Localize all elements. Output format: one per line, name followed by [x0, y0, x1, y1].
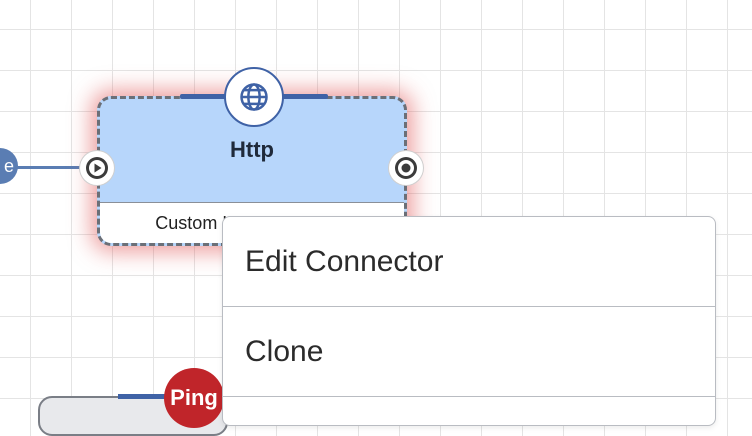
- context-menu: Edit Connector Clone: [222, 216, 716, 426]
- node-title: Http: [230, 137, 274, 162]
- globe-icon: [224, 67, 284, 127]
- output-port[interactable]: [389, 151, 423, 185]
- play-icon: [86, 157, 108, 179]
- ping-badge: Ping: [164, 368, 224, 428]
- ping-node-handle: [118, 394, 168, 399]
- stop-icon: [395, 157, 417, 179]
- menu-item-clone[interactable]: Clone: [223, 307, 715, 397]
- input-port[interactable]: [80, 151, 114, 185]
- left-node-label: e: [3, 156, 14, 176]
- left-node-pill[interactable]: e: [0, 148, 18, 184]
- ping-badge-label: Ping: [170, 385, 218, 410]
- menu-item-edit-connector[interactable]: Edit Connector: [223, 217, 715, 307]
